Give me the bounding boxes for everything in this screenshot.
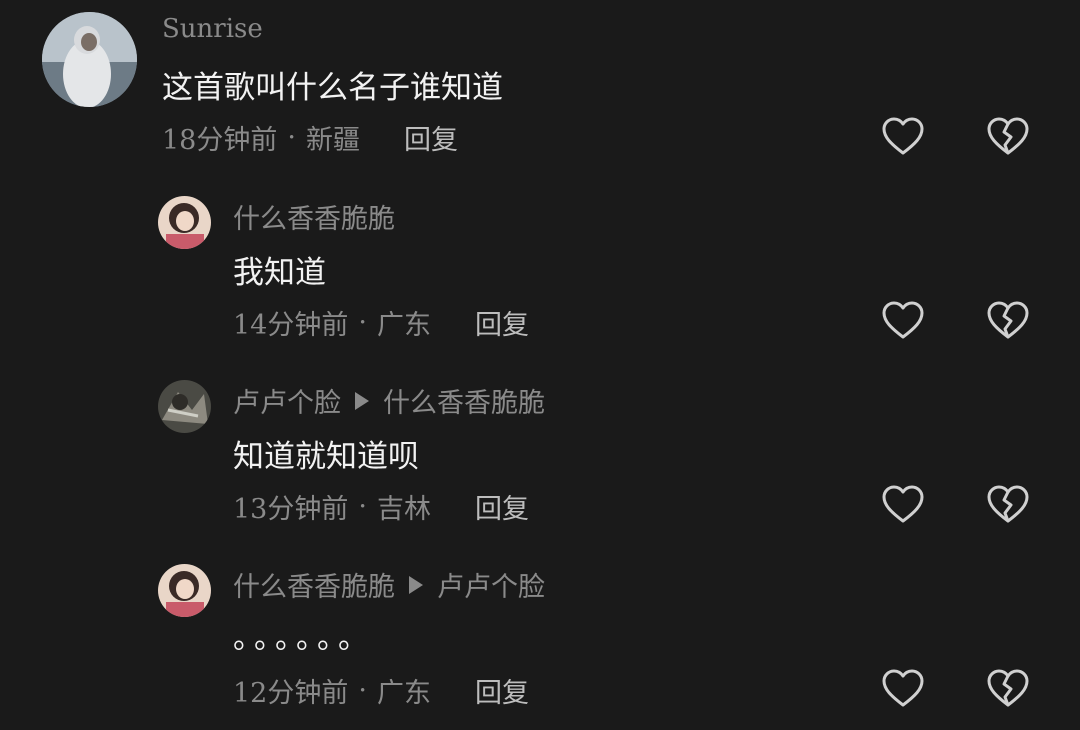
location: 广东 bbox=[376, 678, 431, 709]
location: 广东 bbox=[376, 310, 431, 341]
username[interactable]: Sunrise bbox=[162, 14, 263, 44]
reply-item: 什么香香脆脆 卢卢个脸 。。。。。。 12分钟前 · 广东 回复 bbox=[0, 553, 1080, 730]
comment-meta: 14分钟前 · 广东 回复 bbox=[233, 303, 529, 342]
username[interactable]: 卢卢个脸 什么香香脆脆 bbox=[233, 381, 545, 420]
comment-item: Sunrise 这首歌叫什么名子谁知道 18分钟前 · 新疆 回复 bbox=[0, 0, 1080, 170]
like-button[interactable] bbox=[881, 115, 925, 159]
meta-separator: · bbox=[358, 675, 367, 706]
meta-separator: · bbox=[287, 122, 296, 153]
heart-icon bbox=[882, 117, 924, 155]
timestamp: 14分钟前 bbox=[233, 310, 349, 341]
avatar-image bbox=[158, 380, 211, 433]
meta-separator: · bbox=[358, 307, 367, 338]
username-text[interactable]: Sunrise bbox=[162, 14, 263, 44]
reply-button[interactable]: 回复 bbox=[475, 303, 529, 342]
avatar[interactable] bbox=[158, 380, 211, 433]
like-button[interactable] bbox=[881, 667, 925, 711]
username-text[interactable]: 什么香香脆脆 bbox=[233, 197, 395, 236]
dislike-button[interactable] bbox=[986, 115, 1030, 159]
heart-icon bbox=[882, 485, 924, 523]
avatar[interactable] bbox=[158, 564, 211, 617]
reply-button[interactable]: 回复 bbox=[404, 118, 458, 157]
comment-text: 知道就知道呗 bbox=[233, 439, 419, 475]
comment-meta: 18分钟前 · 新疆 回复 bbox=[162, 118, 458, 157]
broken-heart-icon bbox=[987, 485, 1029, 523]
dislike-button[interactable] bbox=[986, 299, 1030, 343]
timestamp: 18分钟前 bbox=[162, 125, 278, 156]
username[interactable]: 什么香香脆脆 卢卢个脸 bbox=[233, 565, 545, 604]
reply-item: 卢卢个脸 什么香香脆脆 知道就知道呗 13分钟前 · 吉林 回复 bbox=[0, 369, 1080, 549]
avatar[interactable] bbox=[42, 12, 137, 107]
reply-item: 什么香香脆脆 我知道 14分钟前 · 广东 回复 bbox=[0, 185, 1080, 365]
avatar-image bbox=[158, 196, 211, 249]
location: 吉林 bbox=[376, 494, 431, 525]
reply-arrow-icon bbox=[409, 575, 423, 594]
comment-text: 。。。。。。 bbox=[233, 621, 374, 656]
username-text[interactable]: 卢卢个脸 bbox=[233, 381, 341, 420]
timestamp: 13分钟前 bbox=[233, 494, 349, 525]
reply-button[interactable]: 回复 bbox=[475, 671, 529, 710]
broken-heart-icon bbox=[987, 117, 1029, 155]
comment-text: 这首歌叫什么名子谁知道 bbox=[162, 70, 503, 106]
comment-text: 我知道 bbox=[233, 255, 326, 291]
like-button[interactable] bbox=[881, 299, 925, 343]
avatar-image bbox=[158, 564, 211, 617]
broken-heart-icon bbox=[987, 669, 1029, 707]
reply-to-username[interactable]: 卢卢个脸 bbox=[437, 565, 545, 604]
like-button[interactable] bbox=[881, 483, 925, 527]
meta-separator: · bbox=[358, 491, 367, 522]
heart-icon bbox=[882, 669, 924, 707]
timestamp: 12分钟前 bbox=[233, 678, 349, 709]
comment-meta: 13分钟前 · 吉林 回复 bbox=[233, 487, 529, 526]
avatar[interactable] bbox=[158, 196, 211, 249]
reply-arrow-icon bbox=[355, 391, 369, 410]
dislike-button[interactable] bbox=[986, 667, 1030, 711]
avatar-image bbox=[42, 12, 137, 107]
reply-to-username[interactable]: 什么香香脆脆 bbox=[383, 381, 545, 420]
comment-meta: 12分钟前 · 广东 回复 bbox=[233, 671, 529, 710]
heart-icon bbox=[882, 301, 924, 339]
location: 新疆 bbox=[305, 125, 360, 156]
comment-list: Sunrise 这首歌叫什么名子谁知道 18分钟前 · 新疆 回复 什么香香脆脆… bbox=[0, 0, 1080, 730]
username-text[interactable]: 什么香香脆脆 bbox=[233, 565, 395, 604]
broken-heart-icon bbox=[987, 301, 1029, 339]
reply-button[interactable]: 回复 bbox=[475, 487, 529, 526]
dislike-button[interactable] bbox=[986, 483, 1030, 527]
username[interactable]: 什么香香脆脆 bbox=[233, 197, 395, 236]
